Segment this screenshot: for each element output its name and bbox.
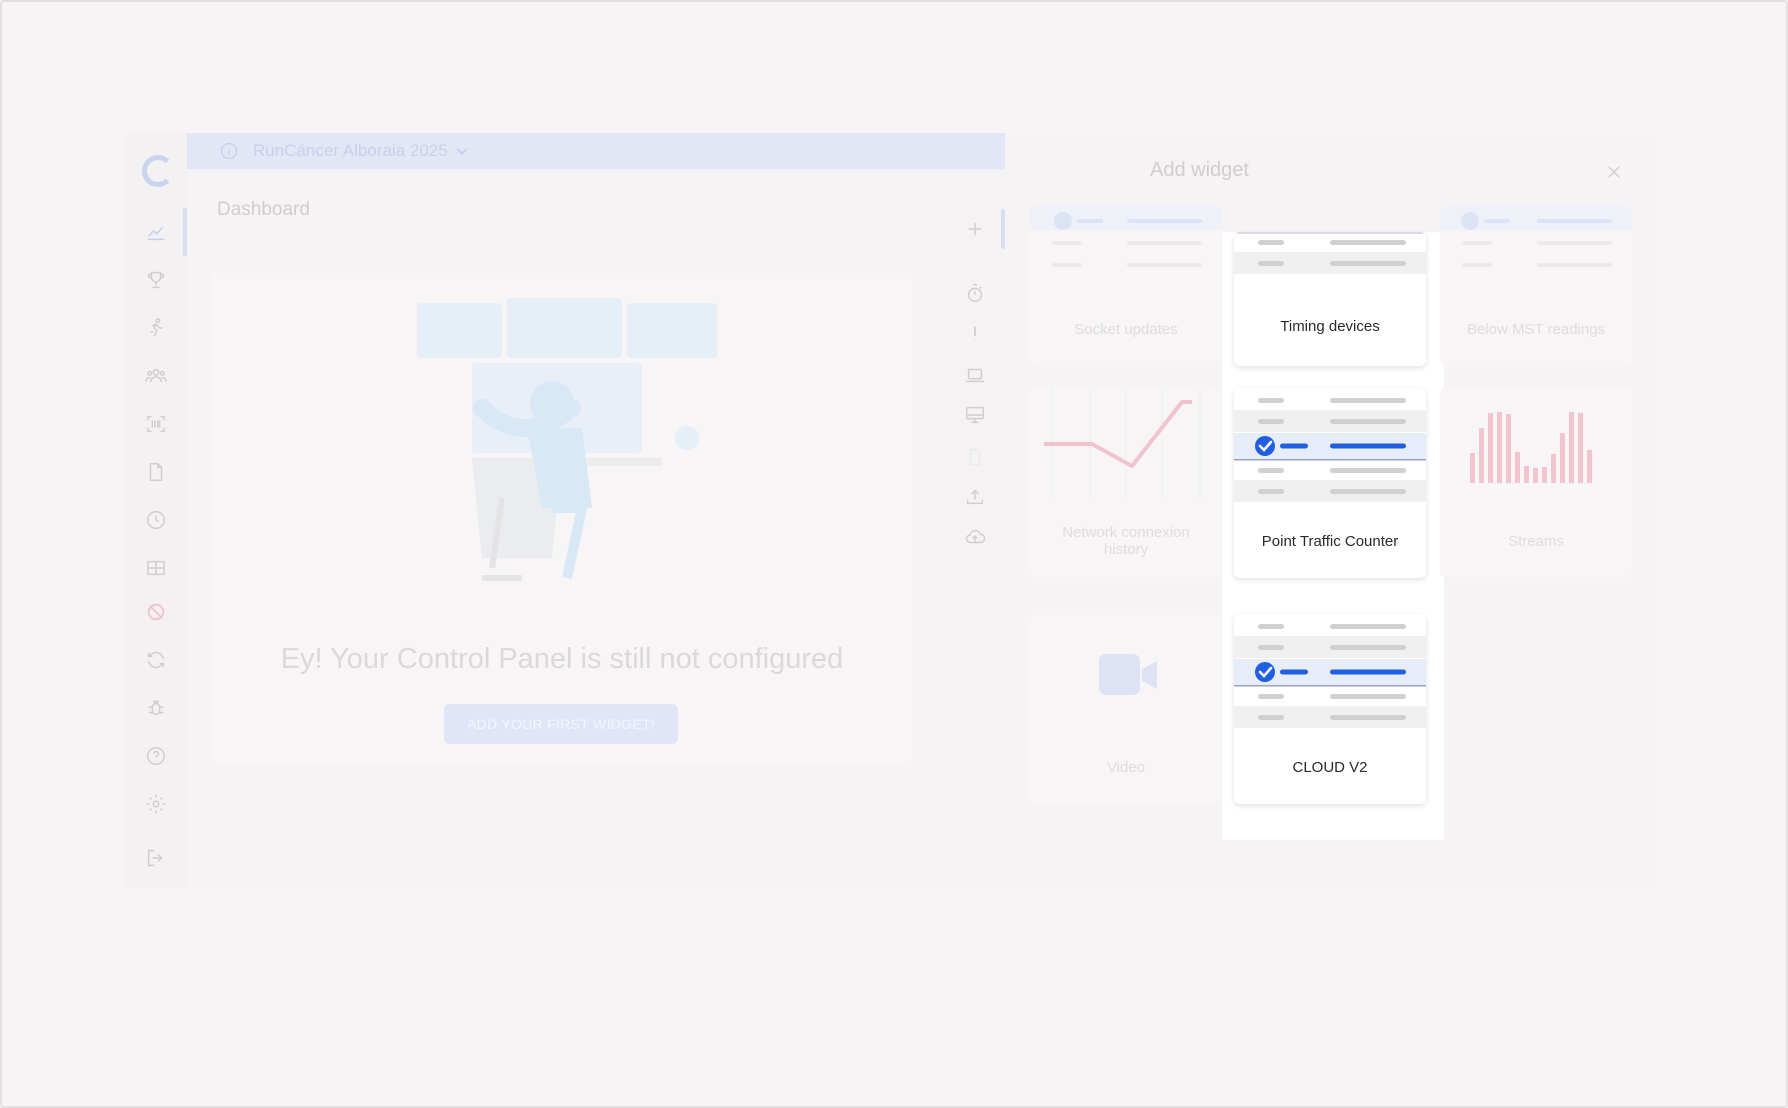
widget-card-video[interactable]: Video — [1030, 614, 1222, 804]
widget-label: Below MST readings — [1466, 320, 1606, 338]
widget-label: Network connexion history — [1062, 524, 1190, 558]
widget-label: Video — [1106, 758, 1146, 776]
widget-label: Timing devices — [1280, 317, 1380, 335]
monitor-icon[interactable] — [963, 403, 987, 427]
trophy-icon[interactable] — [143, 267, 169, 293]
upload-icon[interactable] — [963, 485, 987, 509]
laptop-icon[interactable] — [963, 363, 987, 387]
refresh-icon[interactable] — [143, 647, 169, 673]
video-camera-icon — [1099, 654, 1157, 695]
widget-label: CLOUD V2 — [1292, 758, 1368, 776]
empty-state-card: Ey! Your Control Panel is still not conf… — [212, 273, 912, 763]
widget-label: Point Traffic Counter — [1261, 532, 1399, 550]
empty-state-title: Ey! Your Control Panel is still not conf… — [280, 643, 844, 675]
bar-chart-preview-icon — [1470, 412, 1592, 483]
widget-toolbar — [944, 169, 1005, 889]
widget-card-point-traffic-counter[interactable]: Point Traffic Counter — [1234, 388, 1426, 578]
close-icon[interactable] — [1605, 163, 1623, 181]
help-icon[interactable] — [143, 743, 169, 769]
widget-label: Streams — [1508, 532, 1564, 550]
checklist-preview-icon — [1234, 232, 1426, 274]
widget-card-network-connexion-history[interactable]: Network connexion history — [1030, 388, 1222, 578]
line-chart-preview-icon — [1044, 388, 1201, 498]
empty-state-illustration — [417, 298, 717, 581]
panel-title: Add widget — [1150, 159, 1249, 181]
widget-label: Socket updates — [1074, 320, 1178, 338]
checklist-preview-icon — [1234, 398, 1426, 502]
chart-line-icon[interactable] — [143, 219, 169, 245]
widget-card-timing-devices[interactable]: Timing devices — [1234, 232, 1426, 366]
app-logo — [142, 155, 174, 187]
table-icon[interactable] — [143, 555, 169, 581]
sidebar — [125, 133, 187, 889]
chevron-down-icon — [456, 148, 468, 156]
widget-card-below-mst-readings[interactable]: Below MST readings — [1440, 206, 1632, 366]
event-name: RunCáncer Alboraia 2025 — [253, 141, 448, 160]
logout-icon[interactable] — [143, 845, 169, 871]
gear-icon[interactable] — [143, 791, 169, 817]
plus-icon[interactable] — [963, 217, 987, 241]
info-icon — [220, 142, 238, 160]
page-title: Dashboard — [217, 199, 310, 220]
document-icon[interactable] — [143, 459, 169, 485]
add-first-widget-button[interactable]: ADD YOUR FIRST WIDGET! — [444, 704, 678, 744]
event-selector[interactable]: RunCáncer Alboraia 2025 — [187, 133, 1005, 169]
widget-card-socket-updates[interactable]: Socket updates — [1030, 206, 1222, 366]
file-icon[interactable] — [963, 445, 987, 469]
widget-card-streams[interactable]: Streams — [1440, 388, 1632, 578]
stopwatch-icon[interactable] — [963, 281, 987, 305]
bug-icon[interactable] — [143, 695, 169, 721]
users-icon[interactable] — [143, 363, 169, 389]
cloud-upload-icon[interactable] — [963, 525, 987, 549]
ban-icon[interactable] — [143, 599, 169, 625]
checklist-preview-icon — [1234, 624, 1426, 728]
widget-card-cloud-v2[interactable]: CLOUD V2 — [1234, 614, 1426, 804]
dashboard-content: Dashboard Ey! Your Control Panel is stil… — [187, 169, 944, 889]
clock-icon[interactable] — [143, 507, 169, 533]
runner-icon[interactable] — [143, 315, 169, 341]
scan-icon[interactable] — [143, 411, 169, 437]
alert-icon[interactable] — [963, 321, 987, 345]
